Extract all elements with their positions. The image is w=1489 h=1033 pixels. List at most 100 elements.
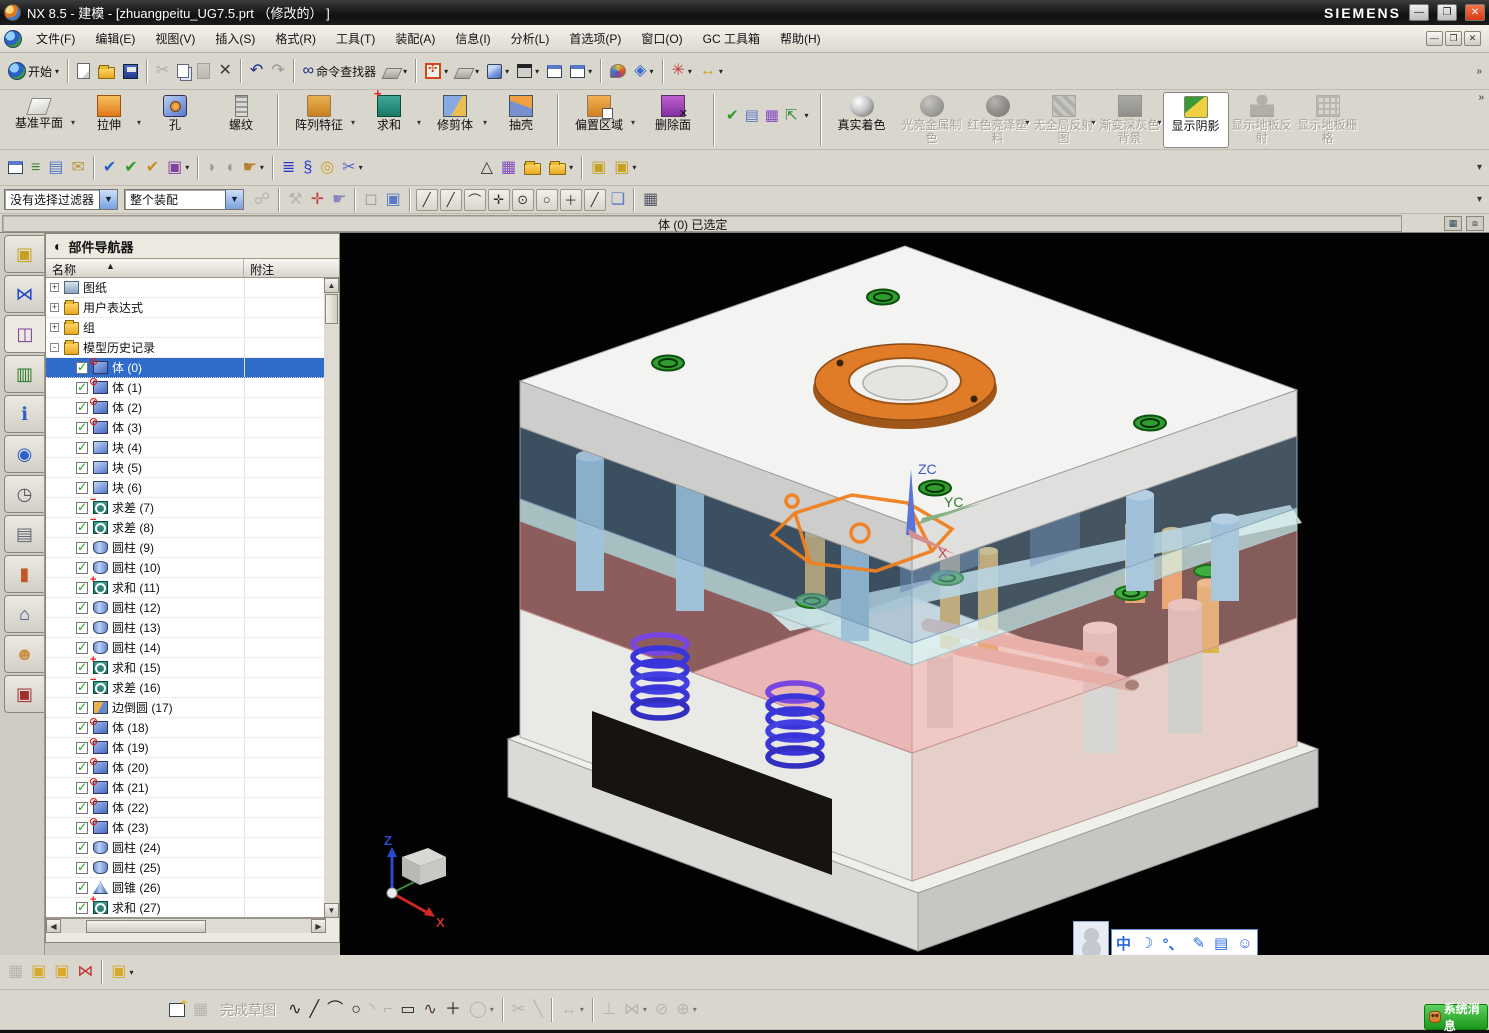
check-region-button[interactable]: ✔ xyxy=(143,157,162,179)
ime-punctuation-icon[interactable]: °、 xyxy=(1162,933,1183,954)
feature-checklist-icon[interactable]: ▤ xyxy=(745,106,759,124)
chevron-down-icon[interactable]: ▼ xyxy=(99,190,118,209)
select-box-button[interactable]: ▣ xyxy=(383,189,404,211)
checkbox-checked-icon[interactable] xyxy=(76,720,88,734)
spring-button[interactable]: § xyxy=(300,157,315,179)
menu-item-8[interactable]: 分析(L) xyxy=(501,26,560,52)
open-file-button[interactable] xyxy=(95,62,118,81)
chevron-down-icon[interactable]: ▾ xyxy=(569,163,573,172)
chevron-down-icon[interactable]: ▾ xyxy=(580,1005,584,1014)
child-restore-button[interactable]: ❐ xyxy=(1445,31,1462,46)
checkbox-checked-icon[interactable] xyxy=(76,360,88,374)
selection-scope-combo[interactable]: 整个装配 ▼ xyxy=(124,189,245,210)
offset-region-button[interactable]: 偏置区域 ▾ xyxy=(562,92,636,134)
tree-row-folder[interactable]: + 用户表达式 xyxy=(46,298,326,318)
studio-spline-button[interactable]: ∿ xyxy=(421,999,440,1021)
layer-settings-button[interactable]: ▤ xyxy=(45,157,66,179)
check-body-button[interactable]: ✔ xyxy=(100,157,119,179)
checkbox-checked-icon[interactable] xyxy=(76,580,88,594)
tree-row-body[interactable]: 体 (21) xyxy=(46,775,326,798)
chevron-down-icon[interactable]: ▾ xyxy=(351,116,355,129)
snap-quadrant-toggle[interactable]: ○ xyxy=(535,188,558,211)
tree-row-cylinder[interactable]: 圆柱 (13) xyxy=(46,618,326,638)
chevron-down-icon[interactable]: ▾ xyxy=(805,111,809,120)
chevron-down-icon[interactable]: ▾ xyxy=(55,67,59,76)
expander-icon[interactable]: + xyxy=(50,323,59,332)
menu-item-2[interactable]: 视图(V) xyxy=(145,26,205,52)
tree-row-unite[interactable]: 求和 (11) xyxy=(46,574,326,598)
role-palette-button[interactable] xyxy=(607,62,629,80)
sort-ascending-icon[interactable]: ▲ xyxy=(106,261,115,277)
process-studio-tab[interactable]: ▤ xyxy=(4,515,44,553)
rectangle-button[interactable]: ▭ xyxy=(397,999,418,1021)
checkbox-checked-icon[interactable] xyxy=(76,840,88,854)
wave-geometry-button[interactable]: ▣ ▾ xyxy=(611,157,639,179)
templates-tab[interactable]: ⌂ xyxy=(4,595,44,633)
checkbox-checked-icon[interactable] xyxy=(76,560,88,574)
snap-endpoint-toggle[interactable]: ╱ xyxy=(415,188,438,211)
snap-intersection-toggle[interactable]: ✛ xyxy=(487,188,510,211)
toolbar-overflow-icon[interactable]: » xyxy=(1478,92,1487,103)
tree-row-cylinder[interactable]: 圆柱 (9) xyxy=(46,538,326,558)
horizontal-scrollbar[interactable]: ◀ ▶ xyxy=(46,918,326,933)
ime-language-bar[interactable]: 中 ☽ °、 ✎ ▤ ☺ xyxy=(1073,921,1258,955)
checkbox-checked-icon[interactable] xyxy=(76,680,88,694)
column-name[interactable]: 名称 ▲ xyxy=(46,259,244,277)
tree-row-blend[interactable]: 边倒圆 (17) xyxy=(46,698,326,718)
chevron-down-icon[interactable]: ▾ xyxy=(693,1005,697,1014)
checkbox-checked-icon[interactable] xyxy=(76,660,88,674)
tree-row-subtract[interactable]: 求差 (8) xyxy=(46,514,326,538)
checkbox-checked-icon[interactable] xyxy=(76,600,88,614)
menu-item-1[interactable]: 编辑(E) xyxy=(85,26,145,52)
wave-linker-button[interactable]: ▣ xyxy=(588,157,609,179)
paste-button[interactable] xyxy=(194,61,213,81)
restore-window-button[interactable] xyxy=(544,63,565,80)
scroll-right-icon[interactable]: ▶ xyxy=(311,919,326,933)
tree-row-body[interactable]: 体 (18) xyxy=(46,715,326,738)
vertical-scroll-thumb[interactable] xyxy=(325,294,338,324)
ime-lang-indicator[interactable]: 中 xyxy=(1116,933,1131,954)
geometric-constraints-button[interactable]: ⊥ xyxy=(599,999,619,1021)
auto-constrain-button[interactable]: ⊕ ▾ xyxy=(673,999,699,1021)
checkbox-checked-icon[interactable] xyxy=(76,380,88,394)
checkbox-checked-icon[interactable] xyxy=(76,900,88,914)
new-view-window-button[interactable]: ▾ xyxy=(567,63,595,80)
chevron-down-icon[interactable]: ▾ xyxy=(632,163,636,172)
unite-button[interactable]: 求和 ▾ xyxy=(356,87,422,134)
extrude-button[interactable]: 拉伸 ▾ xyxy=(76,92,142,134)
move-component-button[interactable]: ▣ xyxy=(51,961,72,983)
menu-item-9[interactable]: 首选项(P) xyxy=(559,26,631,52)
tree-row-body[interactable]: 体 (23) xyxy=(46,815,326,838)
tree-row-subtract[interactable]: 求差 (16) xyxy=(46,674,326,698)
view-background-button[interactable]: ▾ xyxy=(514,62,542,80)
chevron-down-icon[interactable]: ▾ xyxy=(130,968,134,977)
arc-button[interactable]: ⌒ xyxy=(324,999,346,1021)
rapid-dimension-button[interactable]: ↔ ▾ xyxy=(558,999,587,1021)
triangle-tolerance-button[interactable]: △ xyxy=(478,157,496,179)
reference-axes-icon[interactable]: ⇱ xyxy=(785,106,798,124)
chevron-down-icon[interactable]: ▾ xyxy=(1092,116,1096,129)
measure-distance-button[interactable]: ↔ ▾ xyxy=(697,60,726,82)
checkbox-checked-icon[interactable] xyxy=(76,620,88,634)
menu-item-10[interactable]: 窗口(O) xyxy=(631,26,692,52)
washer-button[interactable]: ◎ xyxy=(317,157,337,179)
chevron-down-icon[interactable]: ▾ xyxy=(588,67,592,76)
scroll-up-icon[interactable]: ▲ xyxy=(324,278,339,293)
true-shading-button[interactable]: 真实着色 xyxy=(825,92,899,134)
tree-row-unite[interactable]: 求和 (27) xyxy=(46,894,326,917)
chevron-down-icon[interactable]: ▾ xyxy=(444,67,448,76)
checkbox-checked-icon[interactable] xyxy=(76,400,88,414)
checkbox-checked-icon[interactable] xyxy=(76,860,88,874)
checkbox-checked-icon[interactable] xyxy=(76,780,88,794)
close-button[interactable]: ✕ xyxy=(1465,4,1485,21)
checkbox-checked-icon[interactable] xyxy=(76,640,88,654)
delete-button[interactable]: ✕ xyxy=(215,60,234,82)
point-button[interactable]: ＋ xyxy=(442,999,464,1021)
chevron-down-icon[interactable]: ▾ xyxy=(643,1005,647,1014)
ime-avatar[interactable] xyxy=(1073,921,1109,955)
chevron-down-icon[interactable]: ▾ xyxy=(649,67,653,76)
gradient-gray-background-button[interactable]: 渐变深灰色背景 ▾ xyxy=(1097,92,1163,147)
menu-item-7[interactable]: 信息(I) xyxy=(445,26,500,52)
toolbar-overflow-icon[interactable]: ▾ xyxy=(1477,162,1485,173)
horizontal-scroll-thumb[interactable] xyxy=(86,920,206,933)
